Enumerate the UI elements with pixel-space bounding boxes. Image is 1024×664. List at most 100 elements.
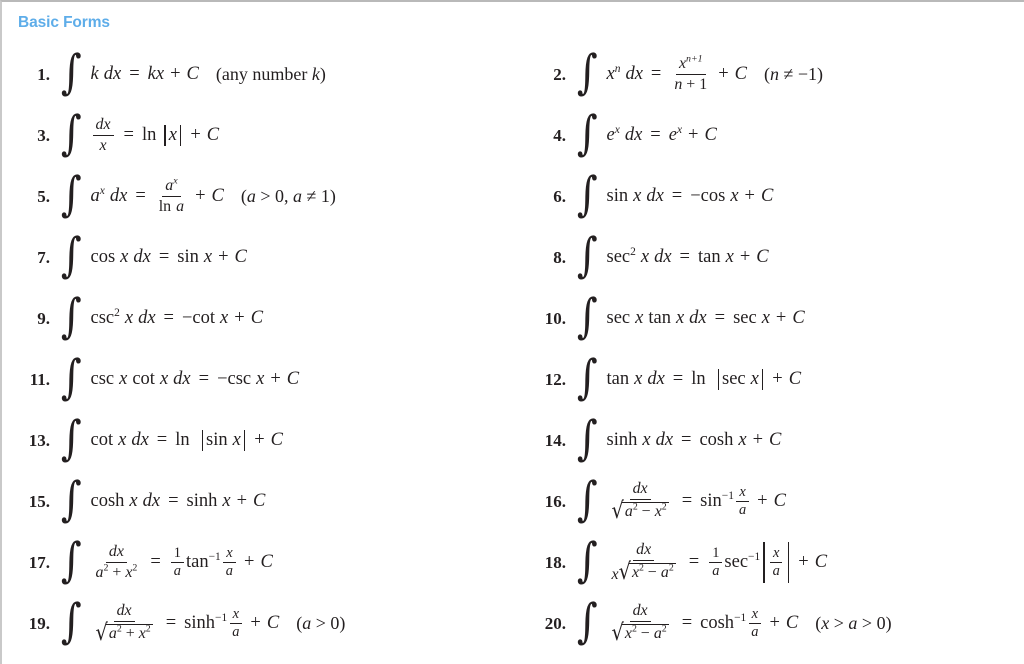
formula-entry-8: 8. ∫ sec2 x dx = tan x + C xyxy=(532,227,769,288)
formula-expression: tan x dx = ln sec x + C xyxy=(606,368,802,391)
integral-icon: ∫ xyxy=(60,288,82,344)
formula-expression: sec2 x dx = tan x + C xyxy=(606,245,769,267)
integral-icon: ∫ xyxy=(576,166,598,222)
radical: √ x2 − a2 xyxy=(618,557,676,585)
formula-row: 19. ∫ dx √ a2 + x2 = sinh−1 x a + C (a >… xyxy=(2,593,1024,654)
formula-row: 15. ∫ cosh x dx = sinh x + C 16. ∫ dx √ … xyxy=(2,471,1024,532)
formula-row: 17. ∫ dx a2 + x2 = 1 a tan−1 x a + C 18.… xyxy=(2,532,1024,593)
integral-icon: ∫ xyxy=(60,349,82,405)
absolute-value: x a xyxy=(760,541,792,584)
formula-entry-3: 3. ∫ dx x = ln x + C xyxy=(16,105,219,166)
formula-number: 5. xyxy=(37,186,50,206)
formula-condition: (a > 0, a ≠ 1) xyxy=(240,186,336,207)
formula-entry-15: 15. ∫ cosh x dx = sinh x + C xyxy=(16,471,266,532)
section-title: Basic Forms xyxy=(18,14,110,31)
formula-entry-6: 6. ∫ sin x dx = − cos x + C xyxy=(532,166,773,227)
formula-number: 7. xyxy=(37,247,50,267)
integral-icon: ∫ xyxy=(60,227,82,283)
formula-row: 9. ∫ csc2 x dx = − cot x + C 10. ∫ sec x tan x d… xyxy=(2,288,1024,349)
integral-icon: ∫ xyxy=(576,471,598,527)
formula-row: 7. ∫ cos x dx = sin x + C 8. ∫ sec2 x dx = tan… xyxy=(2,227,1024,288)
integral-icon: ∫ xyxy=(60,44,82,100)
formula-entry-4: 4. ∫ ex dx = ex + C xyxy=(532,105,717,166)
formula-entry-14: 14. ∫ sinh x dx = cosh x + C xyxy=(532,410,782,471)
integral-icon: ∫ xyxy=(576,349,598,405)
integral-icon: ∫ xyxy=(60,105,82,161)
formula-expression: csc2 x dx = − cot x + C xyxy=(90,306,264,328)
formula-number: 6. xyxy=(553,186,566,206)
formula-expression: dx x = ln x + C xyxy=(91,116,219,154)
formula-entry-13: 13. ∫ cot x dx = ln sin x + C xyxy=(16,410,283,471)
formula-expression: k dx = kx + C (any number k) xyxy=(90,63,326,85)
formula-entry-10: 10. ∫ sec x tan x dx = sec x + C xyxy=(532,288,805,349)
formula-number: 1. xyxy=(37,64,50,84)
formula-condition: (x > a > 0) xyxy=(815,613,892,634)
formula-expression: sin x dx = − cos x + C xyxy=(606,185,774,206)
formula-number: 2. xyxy=(553,64,566,84)
formula-number: 19. xyxy=(28,613,50,633)
formula-entry-12: 12. ∫ tan x dx = ln sec x + C xyxy=(532,349,801,410)
formula-number: 3. xyxy=(37,125,50,145)
formula-entry-19: 19. ∫ dx √ a2 + x2 = sinh−1 x a + C (a >… xyxy=(16,593,346,654)
formula-number: 10. xyxy=(544,308,566,328)
integral-icon: ∫ xyxy=(576,288,598,344)
formula-expression: dx x √ x2 − a2 = 1 a sec−1 x a + C xyxy=(611,540,828,585)
radical: √ a2 − x2 xyxy=(611,496,669,524)
formula-grid: 1. ∫ k dx = kx + C (any number k) 2. ∫ xn dx… xyxy=(2,44,1024,654)
formula-entry-2: 2. ∫ xn dx = xn+1 n + 1 + C (n ≠ −1) xyxy=(532,44,823,105)
formula-number: 12. xyxy=(544,369,566,389)
formula-expression: csc x cot x dx = − csc x + C xyxy=(90,368,300,389)
formula-entry-18: 18. ∫ dx x √ x2 − a2 = 1 a sec−1 x a + C xyxy=(532,532,827,593)
integral-icon: ∫ xyxy=(60,166,82,222)
formula-expression: cot x dx = ln sin x + C xyxy=(90,429,283,452)
formula-entry-20: 20. ∫ dx √ x2 − a2 = cosh−1 x a + C (x >… xyxy=(532,593,892,654)
formula-entry-7: 7. ∫ cos x dx = sin x + C xyxy=(16,227,247,288)
formula-number: 14. xyxy=(544,430,566,450)
formula-expression: dx √ x2 − a2 = cosh−1 x a + C (x > a > 0… xyxy=(611,601,892,646)
formula-row: 1. ∫ k dx = kx + C (any number k) 2. ∫ xn dx… xyxy=(2,44,1024,105)
integral-icon: ∫ xyxy=(576,410,598,466)
formula-expression: cos x dx = sin x + C xyxy=(90,246,247,267)
integral-icon: ∫ xyxy=(576,227,598,283)
formula-expression: cosh x dx = sinh x + C xyxy=(90,490,266,511)
formula-condition: (n ≠ −1) xyxy=(763,64,824,85)
formula-expression: dx √ a2 − x2 = sin−1 x a + C xyxy=(611,479,786,524)
integral-table-page: Basic Forms 1. ∫ k dx = kx + C (any number … xyxy=(0,0,1024,664)
formula-number: 18. xyxy=(544,552,566,572)
formula-number: 9. xyxy=(37,308,50,328)
formula-number: 13. xyxy=(28,430,50,450)
formula-number: 11. xyxy=(29,369,50,389)
formula-condition: (any number k) xyxy=(215,64,326,85)
integral-icon: ∫ xyxy=(60,593,82,649)
formula-entry-5: 5. ∫ ax dx = ax ln a + C (a > 0, a ≠ 1) xyxy=(16,166,336,227)
integral-icon: ∫ xyxy=(576,105,598,161)
integral-icon: ∫ xyxy=(60,471,82,527)
formula-expression: sinh x dx = cosh x + C xyxy=(606,429,782,450)
integral-icon: ∫ xyxy=(576,593,598,649)
formula-row: 11. ∫ csc x cot x dx = − csc x + C 12. ∫ tan x d… xyxy=(2,349,1024,410)
formula-condition: (a > 0) xyxy=(296,613,346,634)
formula-expression: ex dx = ex + C xyxy=(606,123,717,145)
formula-entry-16: 16. ∫ dx √ a2 − x2 = sin−1 x a + C xyxy=(532,471,786,532)
formula-expression: sec x tan x dx = sec x + C xyxy=(606,307,805,328)
formula-expression: dx a2 + x2 = 1 a tan−1 x a + C xyxy=(95,542,273,581)
formula-row: 3. ∫ dx x = ln x + C 4. ∫ ex dx = ex + C xyxy=(2,105,1024,166)
formula-number: 16. xyxy=(544,491,566,511)
formula-expression: dx √ a2 + x2 = sinh−1 x a + C (a > 0) xyxy=(95,601,346,646)
radical: √ a2 + x2 xyxy=(95,618,153,646)
formula-expression: ax dx = ax ln a + C (a > 0, a ≠ 1) xyxy=(90,175,336,215)
formula-number: 20. xyxy=(544,613,566,633)
formula-entry-9: 9. ∫ csc2 x dx = − cot x + C xyxy=(16,288,263,349)
radical: √ x2 − a2 xyxy=(611,618,669,646)
formula-number: 17. xyxy=(28,552,50,572)
integral-icon: ∫ xyxy=(576,44,598,100)
formula-expression: xn dx = xn+1 n + 1 + C (n ≠ −1) xyxy=(606,53,824,93)
formula-row: 5. ∫ ax dx = ax ln a + C (a > 0, a ≠ 1) 6. … xyxy=(2,166,1024,227)
formula-number: 15. xyxy=(28,491,50,511)
integral-icon: ∫ xyxy=(576,532,598,588)
formula-entry-17: 17. ∫ dx a2 + x2 = 1 a tan−1 x a + C xyxy=(16,532,273,593)
formula-number: 8. xyxy=(553,247,566,267)
formula-row: 13. ∫ cot x dx = ln sin x + C 14. ∫ sinh x dx … xyxy=(2,410,1024,471)
integral-icon: ∫ xyxy=(60,410,82,466)
integral-icon: ∫ xyxy=(60,532,82,588)
